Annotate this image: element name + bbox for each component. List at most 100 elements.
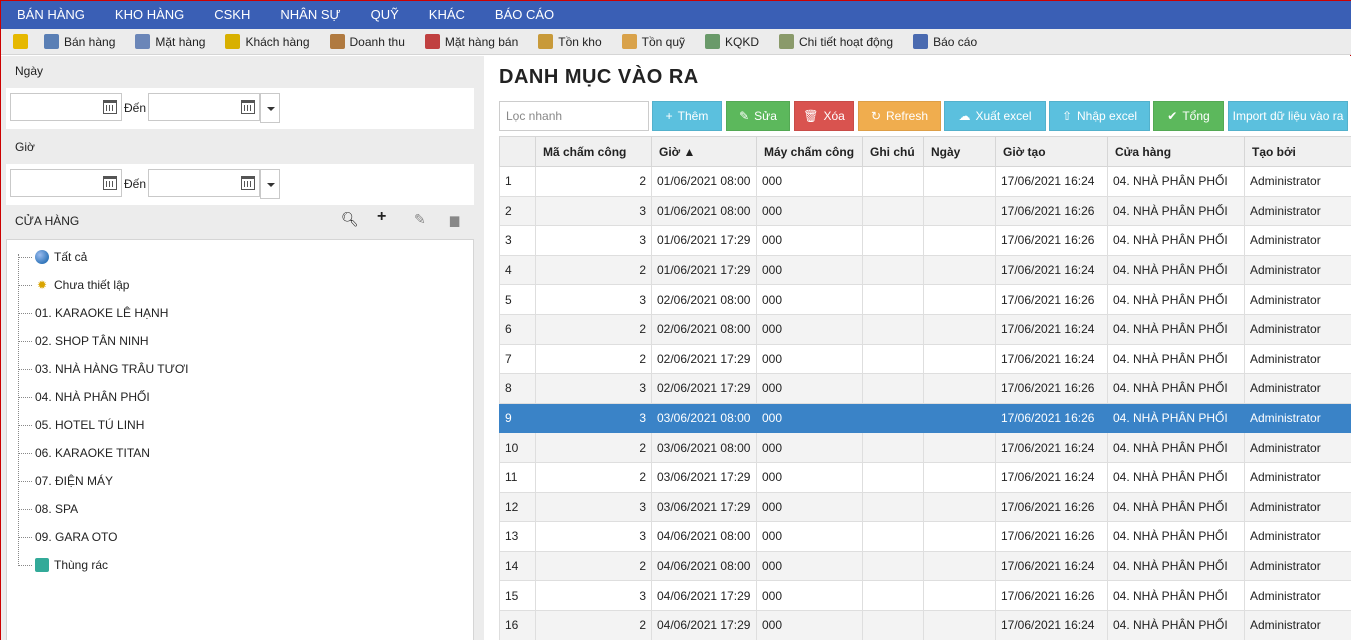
column-header[interactable]: Tạo bởi: [1244, 136, 1351, 167]
table-cell: 1: [499, 166, 536, 197]
table-row[interactable]: 10 2 03/06/2021 08:00 000 17/06/2021 16:24 04…: [499, 432, 1351, 463]
toolbar-item-9[interactable]: Chi tiết hoạt động: [769, 29, 903, 55]
action-button-5[interactable]: ⇧ Nhập excel: [1049, 101, 1150, 131]
table-row[interactable]: 1 2 01/06/2021 08:00 000 17/06/2021 16:24 04.…: [499, 166, 1351, 197]
column-header[interactable]: Cửa hàng: [1107, 136, 1245, 167]
action-button-4[interactable]: ☁ Xuất excel: [944, 101, 1046, 131]
store-item[interactable]: 09. GARA OTO: [18, 527, 117, 547]
toolbar-item-10[interactable]: Báo cáo: [903, 29, 987, 55]
quick-filter-input[interactable]: [499, 101, 649, 131]
toolbar-item-1[interactable]: Bán hàng: [34, 29, 125, 55]
nav-bao-cao[interactable]: BÁO CÁO: [480, 1, 569, 29]
page-title: DANH MỤC VÀO RA: [499, 66, 699, 88]
nav-nhan-su[interactable]: NHÂN SỰ: [265, 1, 355, 29]
column-header[interactable]: Máy chấm công: [756, 136, 863, 167]
table-cell: Administrator: [1244, 254, 1351, 286]
table-cell: [862, 402, 924, 434]
toolbar-label: Tồn kho: [558, 34, 602, 49]
table-row[interactable]: 14 2 04/06/2021 08:00 000 17/06/2021 16:24 04…: [499, 550, 1351, 582]
action-button-0[interactable]: + Thêm: [652, 101, 722, 131]
delete-icon[interactable]: ▆: [450, 213, 459, 227]
table-cell: 17/06/2021 16:26: [995, 402, 1108, 434]
store-item[interactable]: Tất cả: [18, 247, 87, 267]
time-preset-dropdown[interactable]: [260, 169, 280, 199]
action-button-2[interactable]: 🗑 Xóa: [794, 101, 854, 131]
column-header[interactable]: Giờ ▲: [651, 136, 757, 167]
table-cell: 000: [756, 313, 863, 345]
table-row[interactable]: 15 3 04/06/2021 17:29 000 17/06/2021 16:26 04…: [499, 580, 1351, 611]
time-to-input[interactable]: [148, 169, 260, 197]
table-row[interactable]: 7 2 02/06/2021 17:29 000 17/06/2021 16:24 04.…: [499, 343, 1351, 375]
toolbar-item-4[interactable]: Doanh thu: [320, 29, 415, 55]
date-label: Ngày: [15, 64, 44, 78]
nav-ban-hang[interactable]: BÁN HÀNG: [1, 1, 100, 29]
table-row[interactable]: 16 2 04/06/2021 17:29 000 17/06/2021 16:24 04…: [499, 609, 1351, 640]
search-icon[interactable]: 🔍︎: [341, 211, 359, 228]
edit-icon[interactable]: ✎: [414, 211, 426, 228]
date-preset-dropdown[interactable]: [260, 93, 280, 123]
column-header[interactable]: Giờ tạo: [995, 136, 1108, 167]
table-cell: 3: [499, 225, 536, 256]
nav-khac[interactable]: KHÁC: [414, 1, 480, 29]
store-item[interactable]: 05. HOTEL TÚ LINH: [18, 415, 144, 435]
store-item[interactable]: 07. ĐIỆN MÁY: [18, 471, 113, 491]
table-row[interactable]: 4 2 01/06/2021 17:29 000 17/06/2021 16:24 04.…: [499, 254, 1351, 286]
store-item[interactable]: 04. NHÀ PHÂN PHỐI: [18, 387, 150, 407]
table-cell: [923, 521, 996, 552]
table-row[interactable]: 5 3 02/06/2021 08:00 000 17/06/2021 16:26 04.…: [499, 284, 1351, 315]
nav-cskh[interactable]: CSKH: [199, 1, 265, 29]
table-cell: 3: [535, 580, 652, 611]
column-header[interactable]: Mã chấm công: [535, 136, 652, 167]
toolbar-item-6[interactable]: Tồn kho: [528, 29, 611, 55]
toolbar-item-7[interactable]: Tồn quỹ: [612, 29, 695, 55]
calendar-icon[interactable]: [241, 100, 255, 114]
store-item[interactable]: 08. SPA: [18, 499, 78, 519]
table-row[interactable]: 13 3 04/06/2021 08:00 000 17/06/2021 16:26 04…: [499, 521, 1351, 552]
action-button-6[interactable]: ✔ Tổng: [1153, 101, 1224, 131]
table-cell: Administrator: [1244, 550, 1351, 582]
calendar-icon[interactable]: [103, 100, 117, 114]
toolbar-item-3[interactable]: Khách hàng: [215, 29, 319, 55]
table-row[interactable]: 11 2 03/06/2021 17:29 000 17/06/2021 16:24 04…: [499, 461, 1351, 493]
toolbar-label: Bán hàng: [64, 34, 116, 49]
store-item[interactable]: Thùng rác: [18, 555, 108, 575]
table-cell: 000: [756, 609, 863, 640]
column-header[interactable]: [499, 136, 536, 167]
button-icon: ↻: [870, 109, 882, 123]
table-cell: 2: [535, 550, 652, 582]
calendar-icon[interactable]: [103, 176, 117, 190]
table-row[interactable]: 8 3 02/06/2021 17:29 000 17/06/2021 16:26 04.…: [499, 373, 1351, 404]
store-item[interactable]: 03. NHÀ HÀNG TRÂU TƯƠI: [18, 359, 188, 379]
action-button-3[interactable]: ↻ Refresh: [858, 101, 941, 131]
toolbar-item-5[interactable]: Mặt hàng bán: [415, 29, 528, 55]
toolbar-item-0[interactable]: [1, 29, 34, 55]
table-cell: [923, 343, 996, 375]
toolbar-item-2[interactable]: Mặt hàng: [125, 29, 215, 55]
action-button-7[interactable]: Import dữ liệu vào ra: [1228, 101, 1348, 131]
column-header[interactable]: Ghi chú: [862, 136, 924, 167]
store-item[interactable]: 02. SHOP TÂN NINH: [18, 331, 149, 351]
date-from-input[interactable]: [10, 93, 122, 121]
date-to-input[interactable]: [148, 93, 260, 121]
table-row[interactable]: 2 3 01/06/2021 08:00 000 17/06/2021 16:26 04.…: [499, 195, 1351, 227]
table-row[interactable]: 6 2 02/06/2021 08:00 000 17/06/2021 16:24 04.…: [499, 313, 1351, 345]
table-row[interactable]: 9 3 03/06/2021 08:00 000 17/06/2021 16:26 04.…: [499, 402, 1351, 434]
table-row[interactable]: 12 3 03/06/2021 17:29 000 17/06/2021 16:26 04…: [499, 491, 1351, 523]
nav-quy[interactable]: QUỸ: [356, 1, 414, 29]
action-button-1[interactable]: ✎ Sửa: [726, 101, 790, 131]
add-icon[interactable]: +: [377, 208, 386, 226]
calendar-icon[interactable]: [241, 176, 255, 190]
toolbar-label: Tồn quỹ: [641, 34, 685, 49]
table-cell: [862, 491, 924, 523]
column-header[interactable]: Ngày: [923, 136, 996, 167]
store-item[interactable]: 06. KARAOKE TITAN: [18, 443, 150, 463]
store-item[interactable]: 01. KARAOKE LÊ HẠNH: [18, 303, 168, 323]
toolbar-item-8[interactable]: KQKD: [695, 29, 769, 55]
table-cell: 04/06/2021 08:00: [651, 550, 757, 582]
store-item[interactable]: ✹ Chưa thiết lập: [18, 275, 129, 295]
toolbar-label: Mặt hàng bán: [444, 34, 519, 49]
table-row[interactable]: 3 3 01/06/2021 17:29 000 17/06/2021 16:26 04.…: [499, 225, 1351, 256]
time-from-input[interactable]: [10, 169, 122, 197]
table-cell: 2: [499, 195, 536, 227]
nav-kho-hang[interactable]: KHO HÀNG: [100, 1, 199, 29]
